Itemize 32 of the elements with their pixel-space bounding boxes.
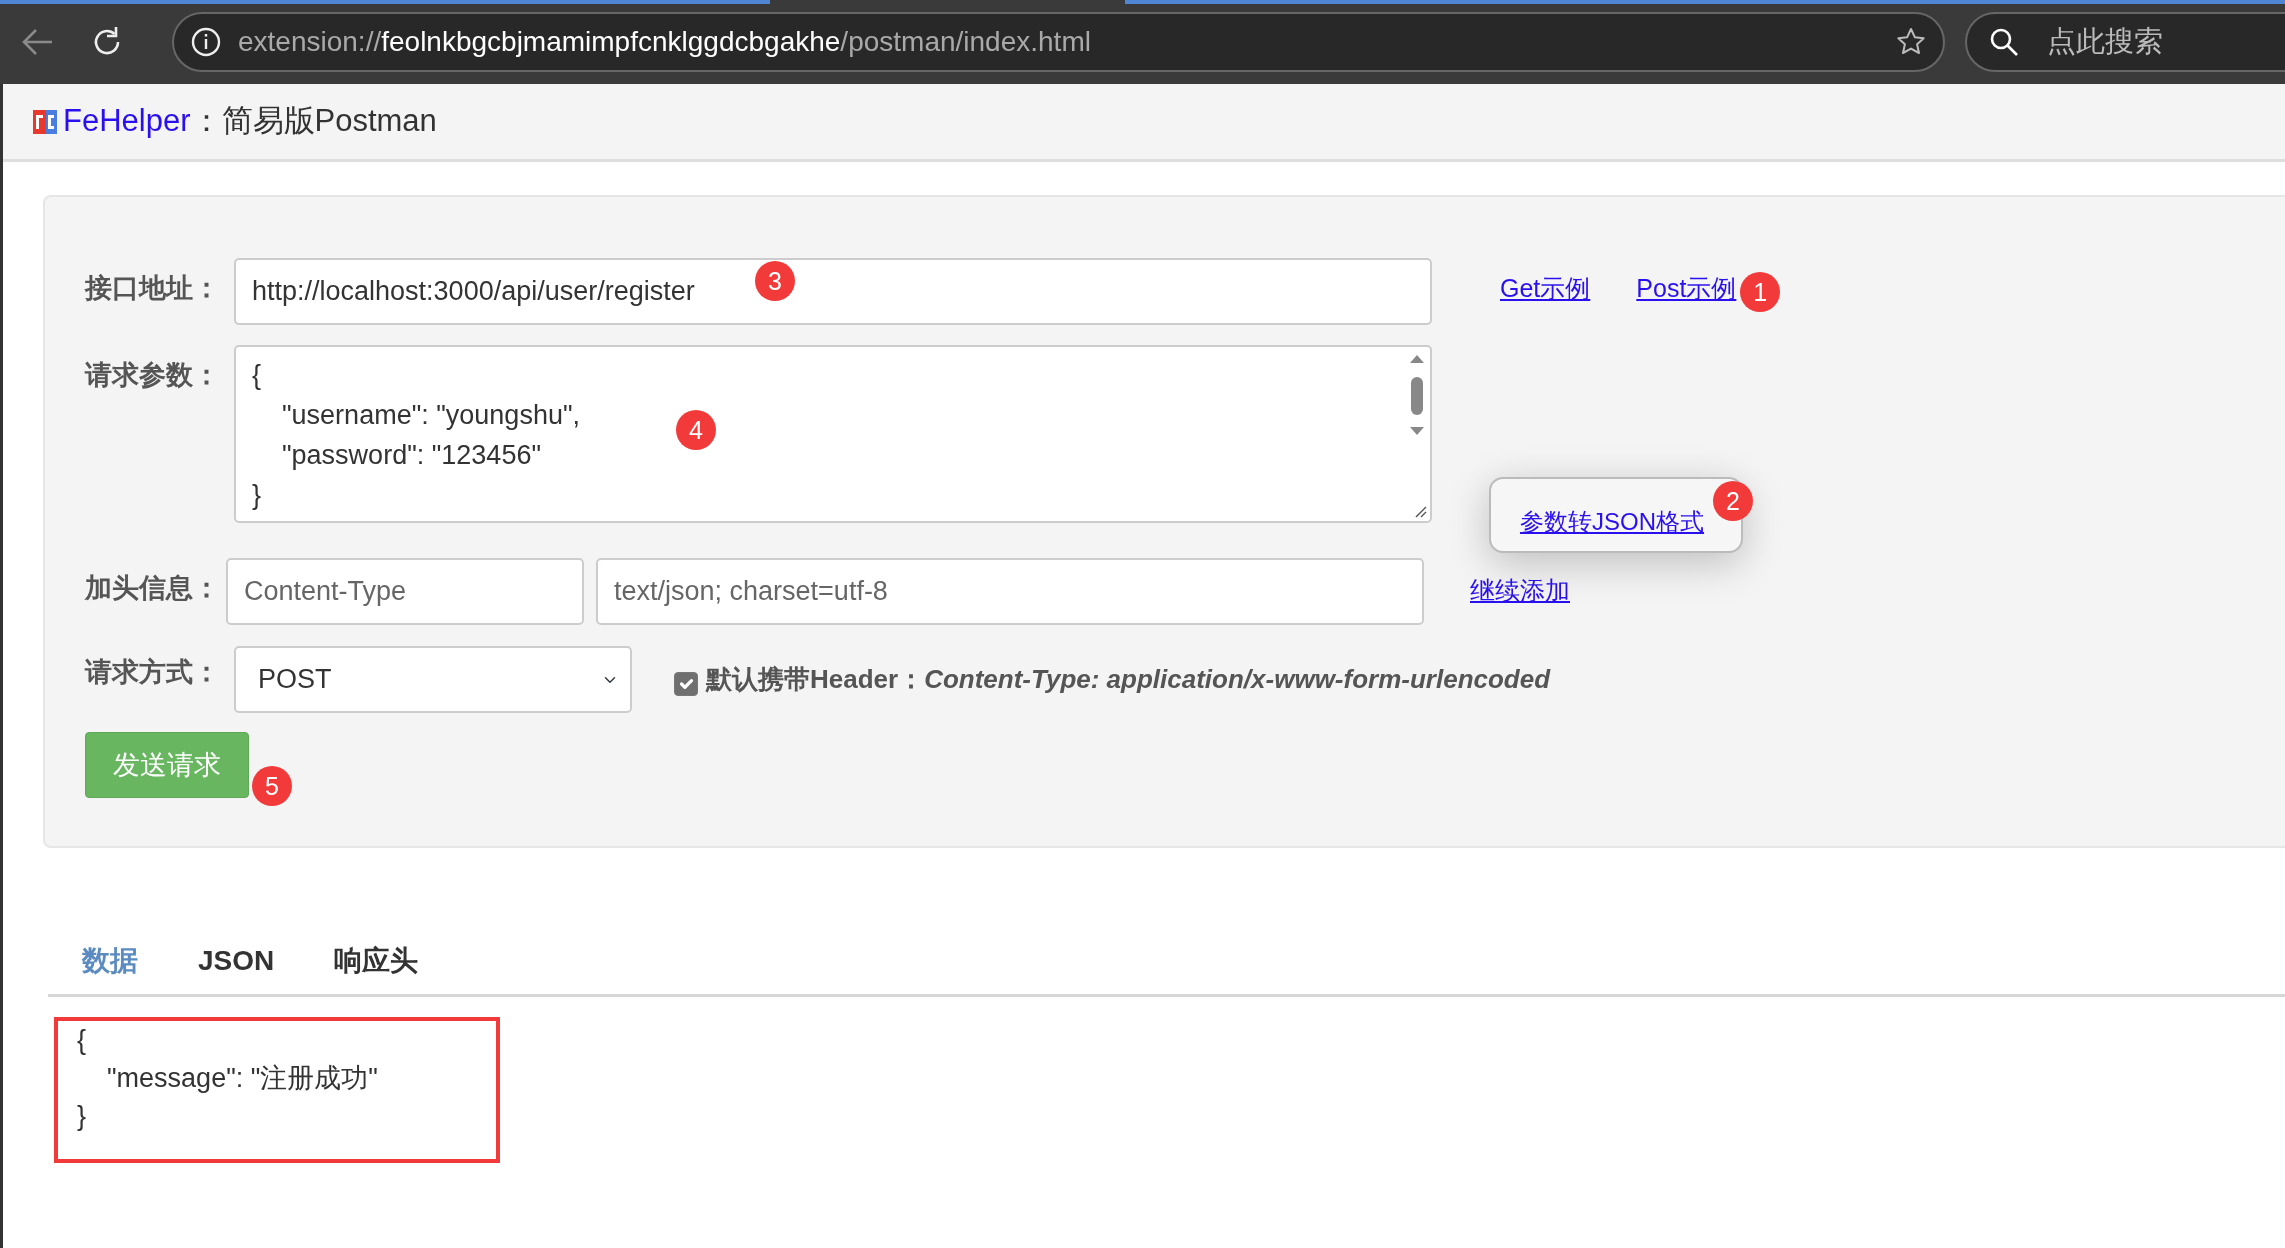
page-title: FeHelper：简易版Postman (63, 102, 437, 141)
field-label: 请求参数： (85, 359, 221, 392)
back-icon[interactable] (20, 27, 54, 57)
search-field[interactable]: 点此搜索 (2045, 19, 2285, 65)
resize-grip-icon[interactable] (1413, 504, 1427, 518)
response-tab[interactable]: 响应头 (334, 940, 419, 982)
default-header-text: 默认携带Header：Content-Type: application/x-www-form-urlencoded (706, 663, 1551, 696)
response-text: { "message": "注册成功" } (77, 1024, 379, 1133)
annotation-marker: 2 (1713, 481, 1753, 521)
header-value-field[interactable]: text/json; charset=utf-8 (596, 558, 1424, 625)
json-format-link[interactable]: 参数转JSON格式 (1520, 504, 1704, 540)
default-header-checkbox[interactable] (674, 671, 698, 696)
add-header-link[interactable]: 继续添加 (1470, 572, 1570, 610)
search-bar[interactable]: 点此搜索 (1965, 12, 2285, 72)
response-tab[interactable]: 数据 (82, 940, 138, 982)
example-link[interactable]: Post示例 (1636, 274, 1737, 302)
address-bar[interactable]: extension://feolnkbgcbjmamimpfcnklggdcbgakhe/postman/index.html (172, 12, 1945, 72)
response-tab[interactable]: JSON (198, 940, 275, 982)
header-name-field[interactable]: Content-Type (226, 558, 584, 625)
field-label: 请求方式： (85, 656, 221, 689)
method-select[interactable]: POST (234, 646, 632, 713)
annotation-marker: 4 (676, 410, 716, 450)
annotation-marker: 1 (1740, 272, 1781, 312)
info-icon[interactable] (190, 26, 222, 58)
params-textarea[interactable]: { "username": "youngshu", "password": "123456" } 4 (234, 345, 1432, 523)
example-link[interactable]: Get示例 (1500, 274, 1591, 302)
logo-icon (33, 109, 57, 134)
annotation-marker: 5 (252, 766, 292, 806)
url-text: extension://feolnkbgcbjmamimpfcnklggdcbgakhe/postman/index.html (238, 25, 1092, 59)
field-label: 接口地址： (85, 272, 221, 305)
field-label: 加头信息： (85, 572, 221, 605)
search-icon (1989, 27, 2019, 57)
